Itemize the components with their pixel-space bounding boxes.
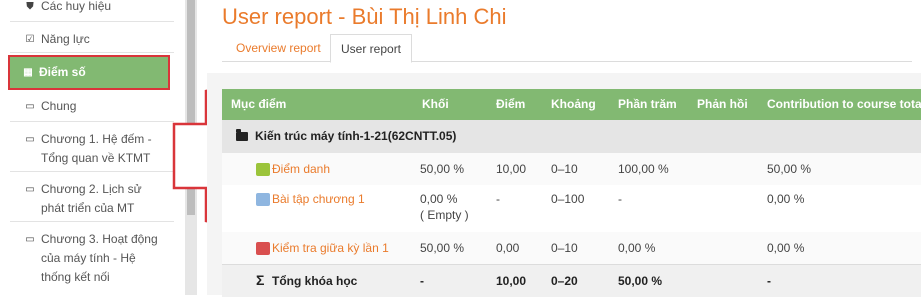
sidebar-item-label: Năng lực bbox=[41, 32, 90, 46]
report-tabs: Overview report User report bbox=[222, 34, 912, 63]
grade-item-link[interactable]: Điểm danh bbox=[272, 162, 330, 177]
weight-empty-note: ( Empty ) bbox=[420, 208, 469, 222]
contribution-cell: 0,00 % bbox=[767, 241, 805, 255]
grade-cell: - bbox=[496, 192, 500, 206]
shield-icon: ⛊ bbox=[26, 1, 34, 12]
attendance-icon bbox=[256, 163, 270, 176]
table-row: Bài tập chương 1 0,00 % ( Empty ) - 0–10… bbox=[222, 185, 921, 232]
sidebar-item-chapter-3[interactable]: ▭ Chương 3. Hoạt động của máy tính - Hệ … bbox=[10, 225, 174, 295]
table-row: Kiểm tra giữa kỳ lần 1 50,00 % 0,00 0–10… bbox=[222, 232, 921, 264]
sidebar-item-competencies[interactable]: ☑ Năng lực bbox=[10, 27, 174, 53]
tab-user-report[interactable]: User report bbox=[330, 34, 413, 63]
column-header: Điểm bbox=[496, 97, 526, 111]
folder-icon bbox=[236, 129, 248, 141]
weight-cell: 50,00 % bbox=[420, 241, 465, 255]
table-icon: ▦ bbox=[23, 67, 33, 78]
sidebar-item-label: Chương 3. Hoạt động của máy tính - Hệ th… bbox=[41, 232, 158, 284]
weight-cell: 0,00 % bbox=[420, 192, 458, 206]
total-label: Tổng khóa học bbox=[272, 274, 358, 288]
sigma-icon: Σ bbox=[256, 272, 265, 288]
sidebar-item-chapter-2[interactable]: ▭ Chương 2. Lịch sử phát triển của MT bbox=[10, 175, 174, 222]
assignment-icon bbox=[256, 193, 270, 206]
folder-icon: ▭ bbox=[25, 234, 35, 245]
table-row: Điểm danh 50,00 % 10,00 0–10 100,00 % 50… bbox=[222, 153, 921, 185]
percent-cell: 50,00 % bbox=[618, 274, 663, 288]
column-header: Phần trăm bbox=[618, 97, 677, 111]
column-header: Phản hồi bbox=[697, 97, 748, 111]
folder-icon: ▭ bbox=[25, 184, 35, 195]
category-row: Kiến trúc máy tính-1-21(62CNTT.05) bbox=[222, 120, 921, 153]
grade-cell: 10,00 bbox=[496, 162, 527, 176]
contribution-cell: - bbox=[767, 274, 771, 288]
sidebar-item-label: Điểm số bbox=[39, 65, 86, 79]
contribution-cell: 50,00 % bbox=[767, 162, 812, 176]
range-cell: 0–20 bbox=[551, 274, 578, 288]
column-header: Khoảng bbox=[551, 97, 596, 111]
weight-cell: 50,00 % bbox=[420, 162, 465, 176]
sidebar-item-grades[interactable]: ▦ Điểm số bbox=[8, 55, 170, 90]
column-header: Contribution to course total bbox=[767, 97, 921, 111]
percent-cell: 0,00 % bbox=[618, 241, 656, 255]
range-cell: 0–10 bbox=[551, 241, 578, 255]
checkbox-icon: ☑ bbox=[25, 34, 35, 45]
range-cell: 0–100 bbox=[551, 192, 585, 206]
percent-cell: - bbox=[618, 192, 622, 206]
sidebar-item-label: Chương 2. Lịch sử phát triển của MT bbox=[41, 182, 142, 215]
grade-item-link[interactable]: Kiểm tra giữa kỳ lần 1 bbox=[272, 241, 389, 256]
weight-cell: - bbox=[420, 274, 424, 288]
grade-cell: 0,00 bbox=[496, 241, 520, 255]
page-title: User report - Bùi Thị Linh Chi bbox=[222, 4, 507, 29]
quiz-icon bbox=[256, 242, 270, 255]
course-sidebar: ⛊ Các huy hiệu ☑ Năng lực ▦ Điểm số ▭ Ch… bbox=[0, 0, 185, 295]
contribution-cell: 0,00 % bbox=[767, 192, 805, 206]
folder-icon: ▭ bbox=[25, 134, 35, 145]
folder-icon: ▭ bbox=[25, 101, 35, 112]
column-header: Khối bbox=[422, 97, 449, 111]
grade-cell: 10,00 bbox=[496, 274, 527, 288]
percent-cell: 100,00 % bbox=[618, 162, 669, 176]
grade-item-link[interactable]: Bài tập chương 1 bbox=[272, 192, 365, 207]
sidebar-item-badges[interactable]: ⛊ Các huy hiệu bbox=[10, 0, 174, 22]
tab-overview-report[interactable]: Overview report bbox=[226, 34, 331, 62]
sidebar-item-chapter-1[interactable]: ▭ Chương 1. Hệ đếm - Tổng quan về KTMT bbox=[10, 125, 174, 172]
category-name: Kiến trúc máy tính-1-21(62CNTT.05) bbox=[255, 129, 457, 143]
course-total-row: Σ Tổng khóa học - 10,00 0–20 50,00 % - bbox=[222, 264, 921, 297]
sidebar-item-label: Chung bbox=[41, 99, 77, 113]
column-header: Mục điểm bbox=[231, 97, 287, 111]
sidebar-item-general[interactable]: ▭ Chung bbox=[10, 93, 174, 122]
table-header: Mục điểm Khối Điểm Khoảng Phần trăm Phản… bbox=[222, 89, 921, 120]
range-cell: 0–10 bbox=[551, 162, 578, 176]
sidebar-item-label: Chương 1. Hệ đếm - Tổng quan về KTMT bbox=[41, 132, 152, 165]
sidebar-item-label: Các huy hiệu bbox=[41, 0, 112, 13]
